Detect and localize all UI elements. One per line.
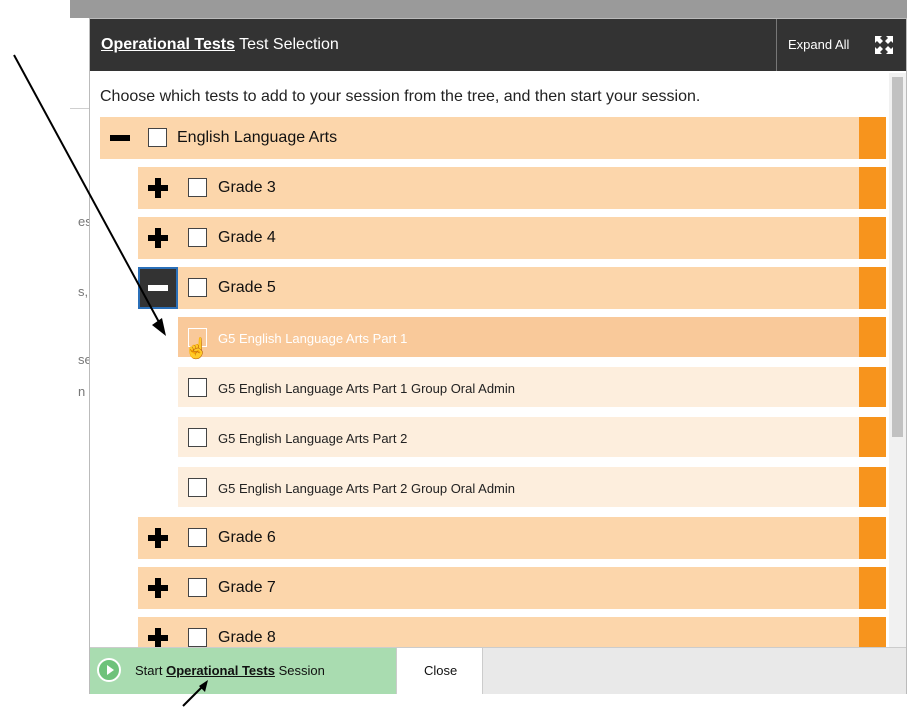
collapse-toggle[interactable] [138, 267, 178, 309]
tree-node-grade-5[interactable]: Grade 5 [138, 267, 886, 309]
node-label: Grade 3 [218, 179, 276, 196]
test-label: G5 English Language Arts Part 1 [218, 331, 408, 346]
background-text-fragment: s, [78, 284, 89, 299]
close-label: Close [424, 663, 458, 678]
tree-leaf-test[interactable]: G5 English Language Arts Part 1 Group Or… [178, 367, 886, 409]
expand-all-label: Expand All [788, 37, 850, 52]
accent-stripe [859, 267, 886, 309]
checkbox[interactable] [188, 628, 207, 647]
start-session-button[interactable]: Start Operational Tests Session [90, 648, 396, 694]
node-label: Grade 6 [218, 529, 276, 546]
expand-toggle[interactable] [138, 217, 178, 259]
checkbox[interactable] [188, 378, 207, 397]
minus-icon [110, 128, 130, 148]
start-suffix: Session [278, 663, 325, 678]
accent-stripe [859, 567, 886, 609]
checkbox[interactable] [148, 128, 167, 147]
collapse-toggle[interactable] [100, 117, 140, 159]
test-label: G5 English Language Arts Part 1 Group Or… [218, 381, 516, 396]
minus-icon [148, 278, 168, 298]
dialog-title: Operational Tests Test Selection [101, 36, 339, 54]
dialog-header: Operational Tests Test Selection Expand … [90, 19, 906, 71]
tree-node-grade-6[interactable]: Grade 6 [138, 517, 886, 559]
expand-toggle[interactable] [138, 167, 178, 209]
tree-node-grade-3[interactable]: Grade 3 [138, 167, 886, 209]
checkbox[interactable] [188, 478, 207, 497]
background-text-fragment: n [78, 384, 86, 399]
expand-toggle[interactable] [138, 567, 178, 609]
expand-toggle[interactable] [138, 517, 178, 559]
test-tree: English Language Arts Grade 3 Grade 4 Gr… [100, 117, 886, 647]
accent-stripe [859, 117, 886, 159]
checkbox[interactable] [188, 428, 207, 447]
accent-stripe [859, 517, 886, 559]
tree-node-grade-8[interactable]: Grade 8 [138, 617, 886, 647]
start-link: Operational Tests [166, 663, 275, 678]
node-label: Grade 7 [218, 579, 276, 596]
accent-stripe [859, 417, 886, 457]
expand-icon [875, 36, 893, 54]
tree-leaf-test[interactable]: G5 English Language Arts Part 2 [178, 417, 886, 459]
checkbox[interactable] [188, 178, 207, 197]
header-divider [776, 19, 777, 71]
test-label: G5 English Language Arts Part 2 [218, 431, 408, 446]
tree-node-grade-4[interactable]: Grade 4 [138, 217, 886, 259]
accent-stripe [859, 367, 886, 407]
plus-icon [148, 578, 168, 598]
checkbox[interactable] [188, 578, 207, 597]
tree-node-english-language-arts[interactable]: English Language Arts [100, 117, 886, 159]
tree-node-grade-7[interactable]: Grade 7 [138, 567, 886, 609]
accent-stripe [859, 467, 886, 507]
tree-leaf-test[interactable]: G5 English Language Arts Part 1 [178, 317, 886, 359]
plus-icon [148, 628, 168, 647]
instructions-text: Choose which tests to add to your sessio… [100, 88, 701, 105]
close-button[interactable]: Close [396, 648, 483, 694]
start-prefix: Start [135, 663, 163, 678]
start-session-label: Start Operational Tests Session [135, 663, 325, 678]
accent-stripe [859, 217, 886, 259]
plus-icon [148, 228, 168, 248]
title-text: Test Selection [239, 36, 339, 53]
node-label: Grade 8 [218, 629, 276, 646]
accent-stripe [859, 617, 886, 647]
test-selection-dialog: Operational Tests Test Selection Expand … [89, 18, 907, 694]
test-label: G5 English Language Arts Part 2 Group Or… [218, 481, 516, 496]
background-divider [70, 108, 90, 109]
title-link[interactable]: Operational Tests [101, 36, 235, 53]
background-top-bar [70, 0, 907, 18]
tree-leaf-test[interactable]: G5 English Language Arts Part 2 Group Or… [178, 467, 886, 509]
dialog-footer: Start Operational Tests Session Close [90, 647, 906, 694]
hand-pointer-cursor-icon: ☝ [184, 338, 209, 360]
checkbox[interactable] [188, 528, 207, 547]
accent-stripe [859, 167, 886, 209]
expand-all-button[interactable]: Expand All [778, 19, 906, 71]
expand-toggle[interactable] [138, 617, 178, 647]
node-label: Grade 4 [218, 229, 276, 246]
node-label: Grade 5 [218, 279, 276, 296]
accent-stripe [859, 317, 886, 357]
plus-icon [148, 178, 168, 198]
checkbox[interactable] [188, 228, 207, 247]
checkbox[interactable] [188, 278, 207, 297]
node-label: English Language Arts [177, 129, 338, 146]
tree-scrollbar[interactable] [889, 73, 906, 660]
play-icon [97, 658, 121, 682]
scrollbar-thumb[interactable] [892, 77, 903, 437]
plus-icon [148, 528, 168, 548]
